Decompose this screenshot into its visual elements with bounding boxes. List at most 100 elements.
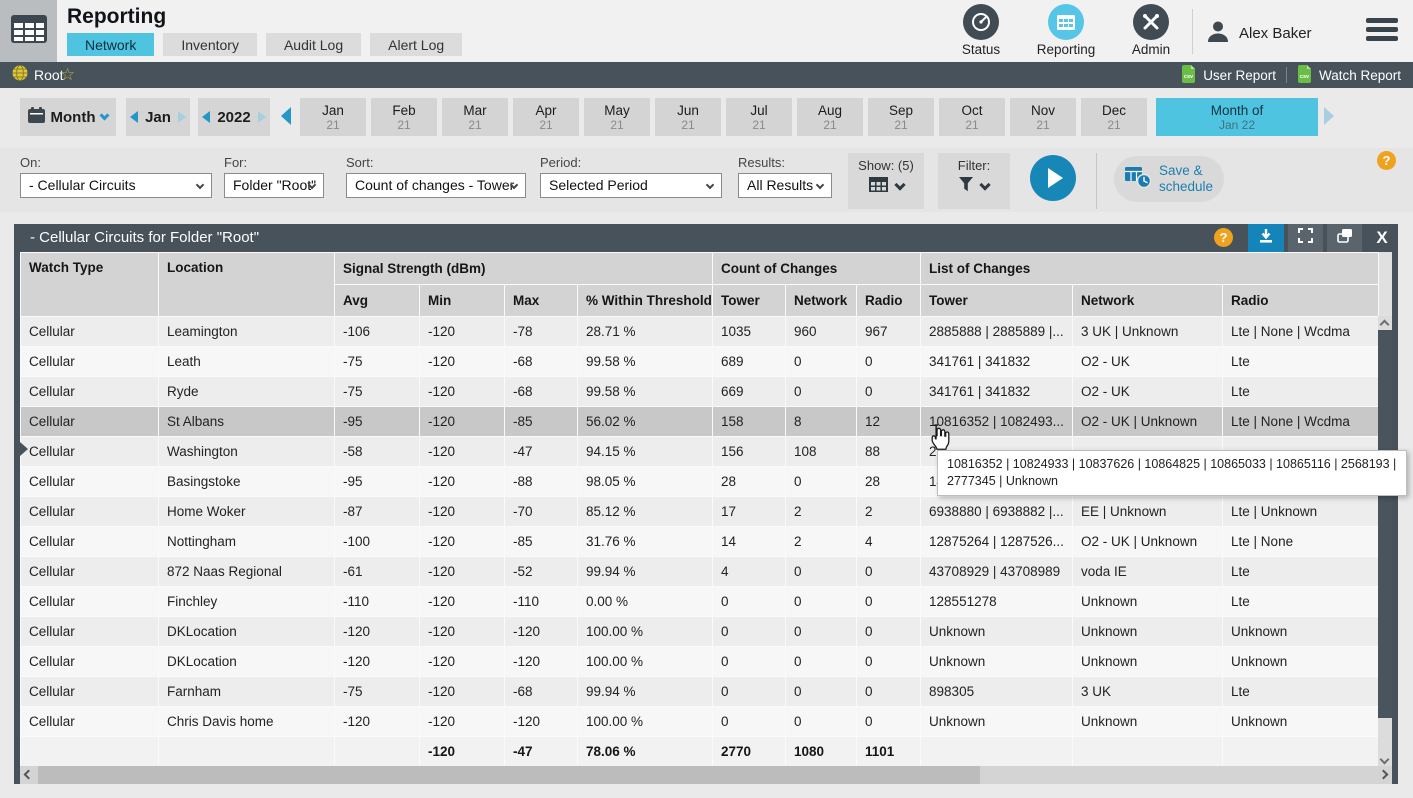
- tab-network[interactable]: Network: [67, 33, 154, 56]
- month-button-mar21[interactable]: Mar21: [442, 98, 508, 136]
- col-min[interactable]: Min: [420, 285, 505, 317]
- fullscreen-button[interactable]: [1288, 224, 1323, 252]
- scroll-up-icon[interactable]: [1380, 320, 1390, 330]
- col-group-signal[interactable]: Signal Strength (dBm): [335, 253, 713, 285]
- vertical-scrollbar[interactable]: [1378, 316, 1392, 766]
- col-network[interactable]: Network: [1073, 285, 1223, 317]
- col-watch-type[interactable]: Watch Type: [21, 253, 159, 317]
- horizontal-scrollbar[interactable]: [20, 766, 1392, 784]
- table-row[interactable]: CellularDKLocation-120-120-120100.00 %00…: [21, 647, 1379, 677]
- table-row[interactable]: CellularFarnham-75-120-6899.94 %00089830…: [21, 677, 1379, 707]
- year-next-icon[interactable]: [258, 111, 266, 123]
- nav-admin-button[interactable]: Admin: [1115, 4, 1187, 57]
- month-button-sep21[interactable]: Sep21: [868, 98, 934, 136]
- col-radio[interactable]: Radio: [857, 285, 921, 317]
- show-columns-button[interactable]: Show: (5): [848, 153, 924, 209]
- tab-alert-log[interactable]: Alert Log: [370, 33, 462, 56]
- month-button-jun21[interactable]: Jun21: [655, 98, 721, 136]
- month-button-nov21[interactable]: Nov21: [1010, 98, 1076, 136]
- col-max[interactable]: Max: [505, 285, 578, 317]
- col-group-count[interactable]: Count of Changes: [713, 253, 921, 285]
- cell: -61: [335, 557, 420, 587]
- col-location[interactable]: Location: [159, 253, 335, 317]
- month-button-oct21[interactable]: Oct21: [939, 98, 1005, 136]
- month-button-apr21[interactable]: Apr21: [513, 98, 579, 136]
- col-network[interactable]: Network: [786, 285, 857, 317]
- table-row[interactable]: CellularSt Albans-95-120-8556.02 %158812…: [21, 407, 1379, 437]
- table-logo-icon: [10, 14, 48, 49]
- month-button-jul21[interactable]: Jul21: [726, 98, 792, 136]
- user-menu[interactable]: Alex Baker: [1205, 18, 1312, 49]
- month-button-feb21[interactable]: Feb21: [371, 98, 437, 136]
- months-scroll-right-icon[interactable]: [1324, 107, 1334, 125]
- watch-report-button[interactable]: csv Watch Report: [1297, 65, 1401, 86]
- popout-button[interactable]: [1327, 224, 1362, 252]
- table-row[interactable]: CellularChris Davis home-120-120-120100.…: [21, 707, 1379, 737]
- vertical-scrollbar-thumb[interactable]: [1378, 330, 1392, 718]
- nav-status-button[interactable]: Status: [945, 4, 1017, 57]
- cell: 0: [857, 647, 921, 677]
- col-avg[interactable]: Avg: [335, 285, 420, 317]
- table-row[interactable]: CellularHome Woker-87-120-7085.12 %17226…: [21, 497, 1379, 527]
- scroll-down-icon[interactable]: [1380, 755, 1390, 765]
- app-logo[interactable]: [0, 0, 57, 62]
- results-filter: Results: All Results: [738, 155, 832, 198]
- cell: 99.94 %: [578, 677, 713, 707]
- header-divider: [1192, 9, 1193, 54]
- sort-select[interactable]: Count of changes - Tower: [346, 173, 526, 198]
- favorite-star-icon[interactable]: ☆: [60, 66, 75, 83]
- period-select[interactable]: Selected Period: [540, 173, 722, 198]
- results-select[interactable]: All Results: [738, 173, 832, 198]
- months-scroll-left-icon[interactable]: [281, 107, 291, 125]
- panel-help-button[interactable]: ?: [1214, 228, 1233, 247]
- save-schedule-button[interactable]: Save &schedule: [1114, 156, 1224, 202]
- scroll-right-icon[interactable]: [1379, 770, 1389, 780]
- nav-status-label: Status: [945, 42, 1017, 57]
- col-tower[interactable]: Tower: [713, 285, 786, 317]
- col-radio[interactable]: Radio: [1223, 285, 1379, 317]
- table-row[interactable]: CellularLeath-75-120-6899.58 %6890034176…: [21, 347, 1379, 377]
- nav-reporting-button[interactable]: Reporting: [1030, 4, 1102, 57]
- period-mode-dropdown[interactable]: Month: [20, 98, 116, 136]
- run-report-button[interactable]: [1030, 155, 1076, 201]
- scroll-left-icon[interactable]: [24, 770, 34, 780]
- download-button[interactable]: [1248, 224, 1284, 252]
- table-row[interactable]: Cellular872 Naas Regional-61-120-5299.94…: [21, 557, 1379, 587]
- expand-icon: [1298, 228, 1313, 248]
- svg-text:csv: csv: [1184, 74, 1194, 80]
- cell: O2 - UK: [1073, 377, 1223, 407]
- horizontal-scrollbar-thumb[interactable]: [38, 766, 980, 784]
- month-button-jan21[interactable]: Jan21: [300, 98, 366, 136]
- filter-button[interactable]: Filter:: [938, 153, 1010, 209]
- hamburger-menu-icon[interactable]: [1366, 18, 1398, 45]
- cell: Cellular: [21, 557, 159, 587]
- on-select[interactable]: - Cellular Circuits: [20, 173, 212, 198]
- month-button-aug21[interactable]: Aug21: [797, 98, 863, 136]
- table-row[interactable]: CellularDKLocation-120-120-120100.00 %00…: [21, 617, 1379, 647]
- col--within-threshold[interactable]: % Within Threshold: [578, 285, 713, 317]
- month-button-selected[interactable]: Month of Jan 22: [1156, 98, 1318, 136]
- cell: -85: [505, 407, 578, 437]
- month-button-may21[interactable]: May21: [584, 98, 650, 136]
- year-prev-icon[interactable]: [202, 111, 210, 123]
- tab-audit-log[interactable]: Audit Log: [266, 33, 361, 56]
- table-row[interactable]: CellularNottingham-100-120-8531.76 %1424…: [21, 527, 1379, 557]
- breadcrumb-root[interactable]: Root: [12, 62, 64, 88]
- tab-inventory[interactable]: Inventory: [163, 33, 257, 56]
- month-button-dec21[interactable]: Dec21: [1081, 98, 1147, 136]
- cell: 4: [857, 527, 921, 557]
- table-row[interactable]: CellularLeamington-106-120-7828.71 %1035…: [21, 317, 1379, 347]
- month-prev-icon[interactable]: [130, 111, 138, 123]
- col-tower[interactable]: Tower: [921, 285, 1073, 317]
- table-row[interactable]: CellularRyde-75-120-6899.58 %66900341761…: [21, 377, 1379, 407]
- col-group-list[interactable]: List of Changes: [921, 253, 1379, 285]
- help-button[interactable]: ?: [1377, 151, 1396, 170]
- table-row[interactable]: CellularFinchley-110-120-1100.00 %000128…: [21, 587, 1379, 617]
- month-next-icon[interactable]: [178, 111, 186, 123]
- nav-admin-label: Admin: [1115, 42, 1187, 57]
- close-button[interactable]: X: [1366, 224, 1398, 252]
- for-select[interactable]: Folder "Root": [224, 173, 324, 198]
- user-report-button[interactable]: csv User Report: [1181, 65, 1276, 86]
- breadcrumb-bar: Root ☆ csv User Report csv Watch Report: [0, 62, 1413, 88]
- cell: 98.05 %: [578, 467, 713, 497]
